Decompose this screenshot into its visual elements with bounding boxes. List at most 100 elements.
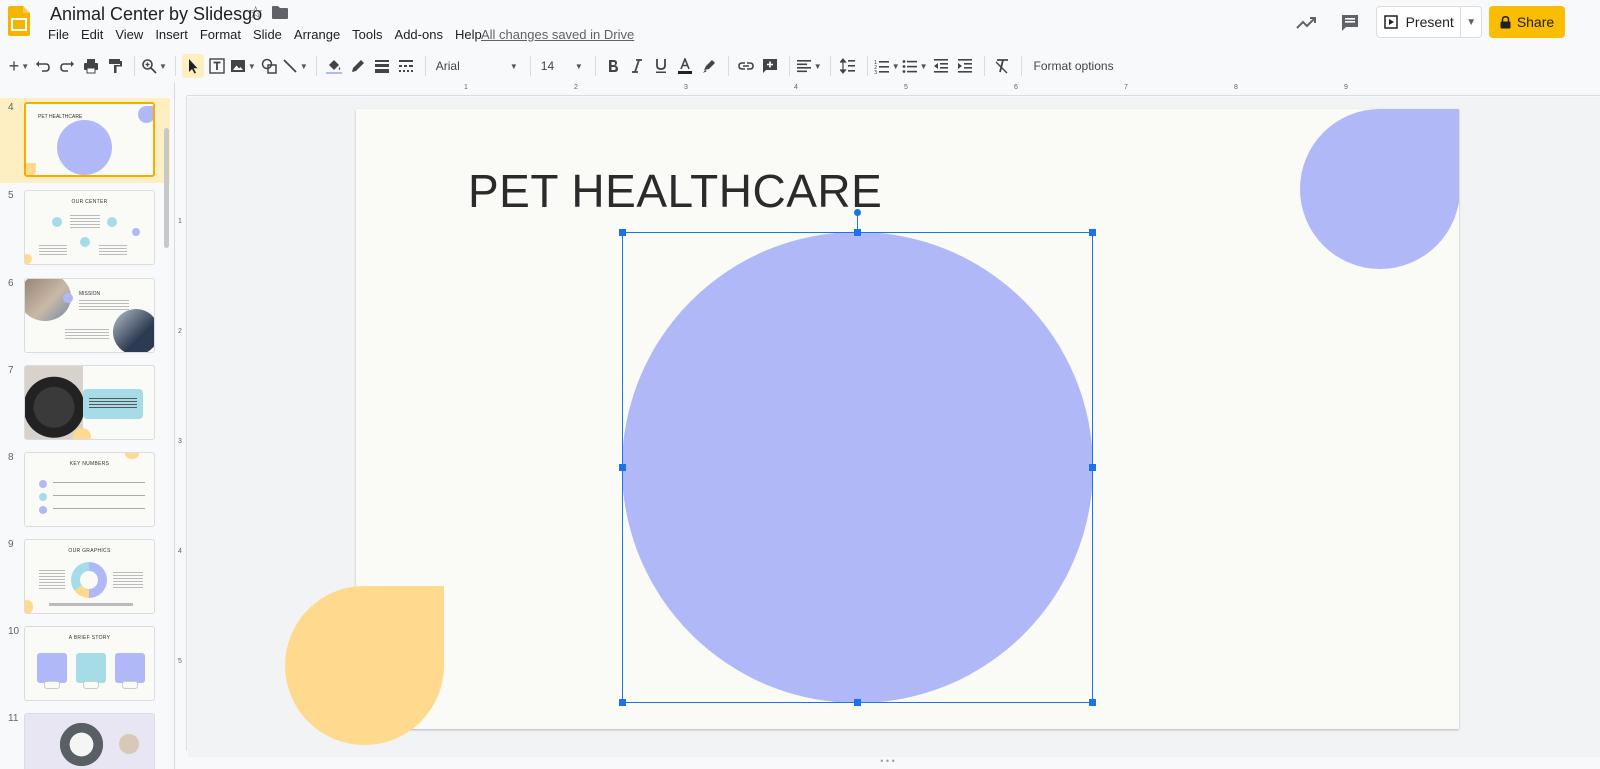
line-spacing-icon[interactable] (837, 54, 859, 78)
decrease-indent-icon[interactable] (930, 54, 952, 78)
menu-arrange[interactable]: Arrange (288, 27, 346, 42)
bulleted-list-icon[interactable]: ▼ (902, 54, 928, 78)
text-color-icon[interactable] (674, 54, 696, 78)
menu-addons[interactable]: Add-ons (389, 27, 449, 42)
redo-icon[interactable] (56, 54, 78, 78)
yellow-drop-shape[interactable] (285, 586, 444, 745)
add-comment-icon[interactable] (759, 54, 781, 78)
slide-thumbnail[interactable] (24, 713, 155, 769)
filmstrip-slide-6[interactable]: 6 MISSION (0, 274, 170, 359)
slide-thumbnail[interactable]: OUR GRAPHICS (24, 539, 155, 614)
paint-format-icon[interactable] (104, 54, 126, 78)
thumbnail-photo (119, 734, 139, 754)
menu-tools[interactable]: Tools (346, 27, 388, 42)
border-dash-icon[interactable] (395, 54, 417, 78)
selected-circle-shape[interactable] (622, 232, 1093, 703)
ruler-label: 9 (1344, 84, 1348, 91)
new-slide-button[interactable]: + ▼ (8, 54, 30, 78)
underline-icon[interactable] (650, 54, 672, 78)
select-cursor-icon[interactable] (181, 54, 204, 78)
border-weight-icon[interactable] (371, 54, 393, 78)
folder-icon[interactable] (272, 6, 288, 19)
top-bar: Animal Center by Slidesgo ☆ File Edit Vi… (0, 0, 1600, 48)
present-label: Present (1405, 14, 1454, 30)
filmstrip-slide-5[interactable]: 5 OUR CENTER (0, 186, 170, 271)
highlight-color-icon[interactable] (698, 54, 720, 78)
font-size-select[interactable]: 14 ▼ (537, 54, 587, 78)
resize-handle-left[interactable] (619, 464, 626, 471)
bold-icon[interactable] (602, 54, 624, 78)
horizontal-ruler[interactable]: 1 2 3 4 5 6 7 8 9 (187, 82, 1600, 96)
resize-handle-top[interactable] (854, 229, 861, 236)
resize-handle-top-left[interactable] (619, 229, 626, 236)
undo-icon[interactable] (32, 54, 54, 78)
zoom-icon[interactable]: ▼ (141, 54, 167, 78)
slide-title[interactable]: PET HEALTHCARE (468, 164, 882, 218)
resize-handle-right[interactable] (1089, 464, 1096, 471)
menu-slide[interactable]: Slide (247, 27, 288, 42)
vertical-ruler[interactable]: 1 2 3 4 5 (175, 96, 187, 751)
present-button[interactable]: Present (1377, 7, 1462, 37)
thumbnail-card-tab (122, 681, 138, 689)
thumbnail-text-lines (39, 568, 65, 590)
font-family-select[interactable]: Arial ▼ (432, 54, 522, 78)
corner-drop-shape[interactable] (1300, 109, 1459, 269)
slide-number: 11 (8, 713, 19, 724)
filmstrip-slide-8[interactable]: 8 KEY NUMBERS (0, 448, 170, 533)
save-status[interactable]: All changes saved in Drive (481, 27, 634, 42)
menu-insert[interactable]: Insert (149, 27, 194, 42)
filmstrip-slide-4[interactable]: 4 PET HEALTHCARE (0, 98, 170, 183)
shape-icon[interactable] (258, 54, 280, 78)
toolbar-divider (315, 56, 317, 76)
rotation-handle[interactable] (854, 209, 861, 216)
menu-format[interactable]: Format (194, 27, 247, 42)
insert-image-icon[interactable]: ▼ (230, 54, 256, 78)
star-icon[interactable]: ☆ (248, 3, 263, 23)
toolbar-divider (866, 56, 868, 76)
share-button[interactable]: Share (1489, 6, 1565, 38)
thumbnail-text-lines (49, 603, 133, 606)
print-icon[interactable] (80, 54, 102, 78)
thumbnail-text-lines (79, 298, 129, 310)
resize-handle-bottom[interactable] (854, 699, 861, 706)
slide-thumbnail[interactable]: OUR CENTER (24, 190, 155, 265)
format-options-button[interactable]: Format options (1028, 54, 1120, 78)
align-icon[interactable]: ▼ (796, 54, 822, 78)
speaker-notes-drag-handle[interactable]: • • • (175, 757, 1600, 769)
italic-icon[interactable] (626, 54, 648, 78)
filmstrip-slide-10[interactable]: 10 A BRIEF STORY (0, 622, 170, 707)
thumbnail-dog-photo (25, 366, 83, 439)
present-button-group: Present ▼ (1376, 6, 1482, 38)
clear-formatting-icon[interactable] (991, 54, 1013, 78)
text-box-icon[interactable] (206, 54, 228, 78)
thumbnail-drop (25, 600, 33, 613)
filmstrip-scrollbar[interactable] (164, 128, 169, 248)
menu-edit[interactable]: Edit (75, 27, 109, 42)
slide-thumbnail[interactable]: KEY NUMBERS (24, 452, 155, 527)
filmstrip-slide-9[interactable]: 9 OUR GRAPHICS (0, 535, 170, 620)
increase-indent-icon[interactable] (954, 54, 976, 78)
line-icon[interactable]: ▼ (282, 54, 308, 78)
resize-handle-bottom-right[interactable] (1089, 699, 1096, 706)
activity-trend-icon[interactable] (1294, 11, 1318, 35)
filmstrip-slide-11[interactable]: 11 (0, 709, 170, 769)
fill-color-icon[interactable] (323, 54, 345, 78)
document-title[interactable]: Animal Center by Slidesgo (50, 4, 262, 25)
insert-link-icon[interactable] (735, 54, 757, 78)
slide-thumbnail[interactable]: A BRIEF STORY (24, 626, 155, 701)
google-slides-logo-icon[interactable] (8, 6, 30, 36)
present-options-caret-icon[interactable]: ▼ (1461, 7, 1481, 37)
menu-view[interactable]: View (109, 27, 149, 42)
slide-thumbnail[interactable]: MISSION (24, 278, 155, 353)
slide-thumbnail[interactable] (24, 365, 155, 440)
thumbnail-dot (39, 506, 47, 514)
menu-file[interactable]: File (42, 27, 75, 42)
resize-handle-bottom-left[interactable] (619, 699, 626, 706)
filmstrip-slide-7[interactable]: 7 (0, 361, 170, 446)
border-color-icon[interactable] (347, 54, 369, 78)
slide-canvas[interactable]: PET HEALTHCARE (356, 109, 1459, 729)
resize-handle-top-right[interactable] (1089, 229, 1096, 236)
slide-thumbnail[interactable]: PET HEALTHCARE (24, 102, 155, 177)
comment-icon[interactable] (1338, 11, 1362, 35)
numbered-list-icon[interactable]: 1 2 3 ▼ (874, 54, 900, 78)
